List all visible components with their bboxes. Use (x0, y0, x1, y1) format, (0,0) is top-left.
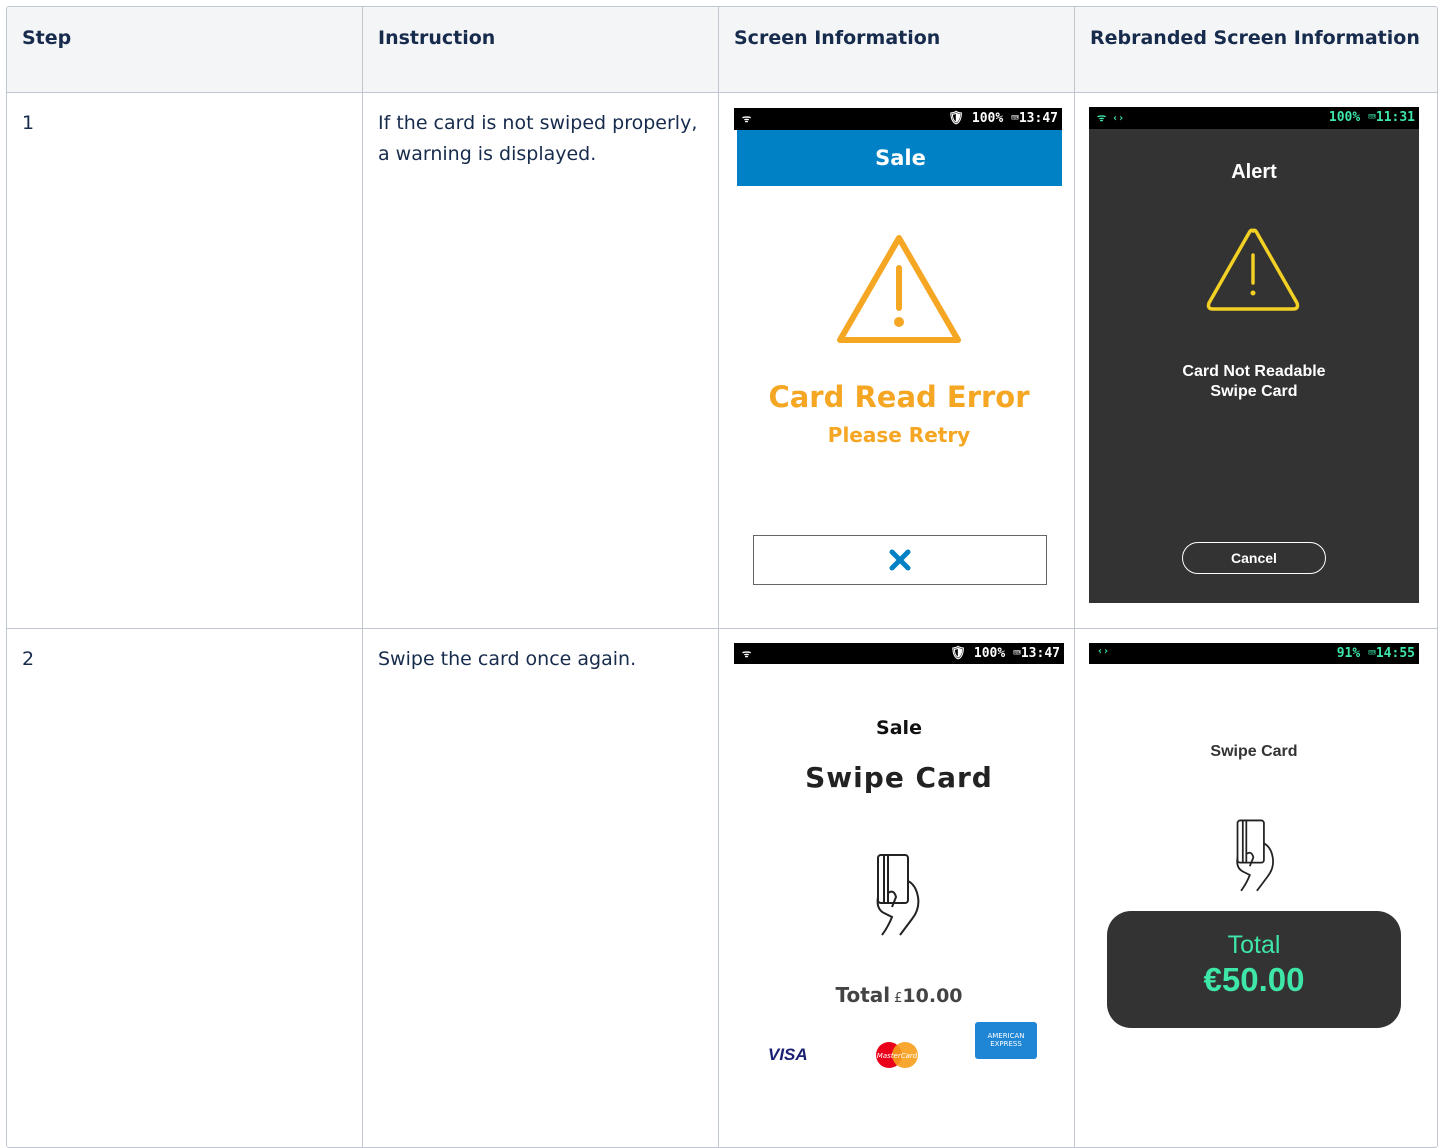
error-title: Card Read Error (768, 380, 1030, 414)
cancel-button[interactable] (753, 535, 1047, 585)
warning-icon (1206, 228, 1300, 311)
status-right: 100% ⌨11:31 (1328, 110, 1415, 125)
alert-message-line-2: Swipe Card (1210, 383, 1298, 400)
wifi-icon: ᯤ (742, 649, 752, 660)
sale-label: Sale (876, 717, 922, 739)
table-row: 1 If the card is not swiped properly, a … (7, 93, 1437, 629)
instruction-text: If the card is not swiped properly, a wa… (363, 93, 719, 629)
warning-icon (837, 235, 961, 343)
alert-title: Alert (1231, 161, 1277, 183)
status-bar: ᯤ ‹› 100% ⌨11:31 (1089, 107, 1419, 129)
screen-cell: ᯤ 🛡 100% ⌨13:47 Sale Card Read Error Ple… (719, 93, 1075, 629)
sale-banner: Sale (737, 130, 1062, 186)
header-rebranded-screen-information: Rebranded Screen Information (1075, 7, 1437, 93)
terminal-screen-swipe-card: ᯤ 🛡 100% ⌨13:47 Sale Swipe Card Total £1… (734, 643, 1064, 1147)
total-label: Total (1227, 931, 1281, 959)
step-number: 1 (7, 93, 363, 629)
swipe-card-prompt: Swipe Card (805, 761, 993, 794)
card-swipe-icon (1236, 819, 1274, 892)
header-step: Step (7, 7, 363, 93)
mastercard-text: MasterCard (877, 1052, 918, 1060)
status-right: 91% ⌨14:55 (1336, 646, 1415, 661)
swipe-card-prompt: Swipe Card (1210, 743, 1298, 760)
total-amount: €50.00 (1203, 961, 1305, 998)
total-line: Total £10.00 (734, 983, 1064, 1007)
instruction-text: Swipe the card once again. (363, 629, 719, 1147)
table-header-row: Step Instruction Screen Information Rebr… (7, 7, 1437, 93)
screen-cell: ᯤ 🛡 100% ⌨13:47 Sale Swipe Card Total £1… (719, 629, 1075, 1147)
header-screen-information: Screen Information (719, 7, 1075, 93)
instruction-table: Step Instruction Screen Information Rebr… (7, 7, 1437, 1147)
amex-text-1: AMERICAN (987, 1032, 1025, 1040)
table-row: 2 Swipe the card once again. ᯤ 🛡 100% ⌨1… (7, 629, 1437, 1147)
connection-icon: ‹› (1097, 646, 1110, 657)
terminal-screen-card-read-error: ᯤ 🛡 100% ⌨13:47 Sale Card Read Error Ple… (734, 108, 1062, 588)
visa-logo: VISA (768, 1045, 808, 1064)
total-panel: Total €50.00 (1107, 911, 1401, 1028)
error-subtitle: Please Retry (827, 423, 971, 447)
cancel-button[interactable]: Cancel (1182, 542, 1326, 574)
rebranded-screen-cell: ‹› 91% ⌨14:55 Swipe Card Total €50.00 (1075, 629, 1437, 1147)
mastercard-logo: MasterCard (876, 1042, 918, 1068)
status-bar: ᯤ 🛡 100% ⌨13:47 (734, 108, 1062, 130)
terminal-screen-alert: ᯤ ‹› 100% ⌨11:31 Alert Card Not Readable… (1089, 107, 1419, 603)
terminal-screen-swipe-card-rebranded: ‹› 91% ⌨14:55 Swipe Card Total €50.00 (1089, 643, 1419, 1147)
wifi-icon: ᯤ (742, 114, 752, 125)
header-instruction: Instruction (363, 7, 719, 93)
wifi-icon: ᯤ ‹› (1097, 113, 1125, 124)
amex-logo: AMERICAN EXPRESS (975, 1022, 1037, 1059)
card-swipe-icon (876, 854, 920, 936)
close-icon (889, 549, 911, 571)
status-bar: ᯤ 🛡 100% ⌨13:47 (734, 643, 1064, 664)
total-amount: 10.00 (902, 985, 963, 1007)
status-right: 🛡 100% ⌨13:47 (947, 111, 1058, 126)
alert-message-line-1: Card Not Readable (1182, 363, 1326, 380)
rebranded-screen-cell: ᯤ ‹› 100% ⌨11:31 Alert Card Not Readable… (1075, 93, 1437, 629)
step-number: 2 (7, 629, 363, 1147)
total-label: Total (835, 983, 891, 1007)
status-right: 🛡 100% ⌨13:47 (949, 646, 1060, 661)
status-bar: ‹› 91% ⌨14:55 (1089, 643, 1419, 664)
instruction-table-wrapper: Step Instruction Screen Information Rebr… (6, 6, 1438, 1148)
amex-text-2: EXPRESS (990, 1040, 1022, 1048)
